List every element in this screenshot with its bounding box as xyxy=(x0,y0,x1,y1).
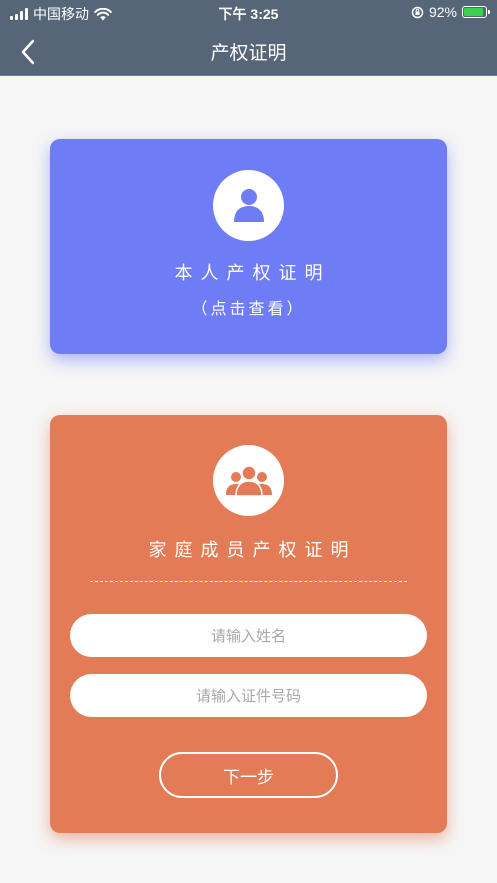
chevron-left-icon xyxy=(21,39,35,65)
page-title: 产权证明 xyxy=(210,42,287,64)
self-card-subtitle: （点击查看） xyxy=(191,299,306,318)
next-button[interactable]: 下一步 xyxy=(159,752,338,798)
status-bar: 中国移动 下午 3:25 92% xyxy=(0,0,497,26)
family-card-title: 家庭成员产权证明 xyxy=(148,540,357,561)
user-icon xyxy=(233,188,264,222)
self-certificate-card[interactable]: 本人产权证明 （点击查看） xyxy=(50,139,447,354)
battery-icon xyxy=(462,6,490,18)
battery-fill xyxy=(464,8,484,16)
dashed-divider xyxy=(90,581,407,582)
family-avatar xyxy=(213,445,284,516)
nav-bar: 产权证明 xyxy=(0,26,497,76)
battery-percent: 92% xyxy=(428,4,457,20)
self-avatar xyxy=(213,170,284,241)
self-card-title: 本人产权证明 xyxy=(174,263,331,284)
name-input[interactable] xyxy=(70,614,427,657)
family-certificate-card: 家庭成员产权证明 下一步 xyxy=(50,415,447,833)
status-right: 92% xyxy=(411,4,490,20)
back-button[interactable] xyxy=(12,36,44,68)
orientation-lock-icon xyxy=(411,6,424,18)
id-number-input[interactable] xyxy=(70,674,427,717)
group-icon xyxy=(225,464,272,497)
